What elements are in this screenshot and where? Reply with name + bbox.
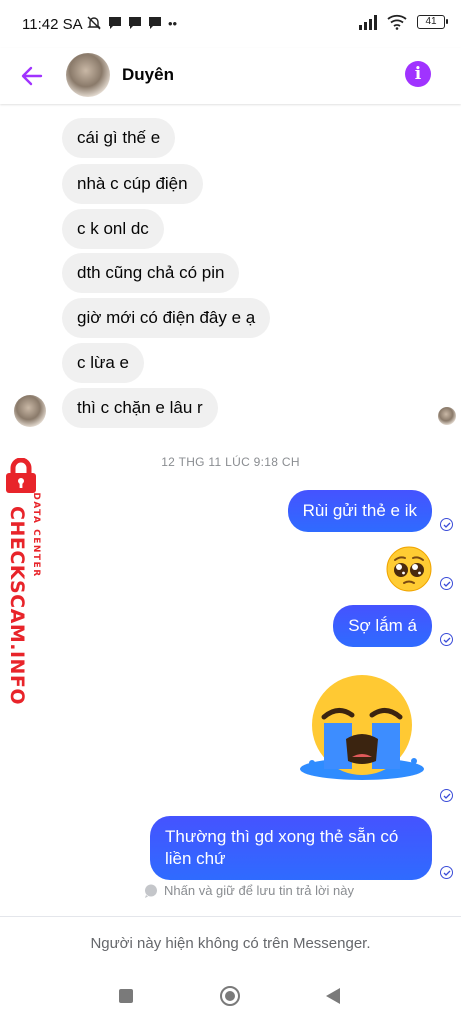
pleading-face-emoji[interactable] xyxy=(386,546,432,592)
message-outgoing[interactable]: Thường thì gd xong thẻ sẵn có liền chứ xyxy=(150,816,432,880)
back-button[interactable] xyxy=(16,60,48,92)
chat-bubble-icon xyxy=(145,884,157,898)
message-incoming[interactable]: c k onl dc xyxy=(62,209,164,249)
lock-icon xyxy=(6,458,36,493)
recents-button[interactable] xyxy=(119,989,133,1003)
conversation-header: Duyên i xyxy=(0,48,461,104)
seen-check-icon xyxy=(440,789,453,802)
seen-check-icon xyxy=(440,866,453,879)
system-nav-bar xyxy=(0,968,461,1024)
message-icon xyxy=(129,17,141,29)
arrow-left-icon xyxy=(21,66,43,86)
message-incoming[interactable]: dth cũng chả có pin xyxy=(62,253,240,293)
seen-check-icon xyxy=(440,577,453,590)
system-back-button[interactable] xyxy=(326,988,340,1004)
message-icon xyxy=(149,17,161,29)
watermark: DATA CENTER CHECKSCAM.INFO xyxy=(0,450,52,706)
status-right: 41 xyxy=(359,14,448,30)
footer-divider xyxy=(0,916,461,917)
watermark-title: CHECKSCAM.INFO xyxy=(6,506,28,706)
message-incoming[interactable]: nhà c cúp điện xyxy=(62,164,203,204)
message-icon xyxy=(109,17,121,29)
message-incoming[interactable]: cái gì thế e xyxy=(62,118,176,158)
signal-icon xyxy=(359,14,377,30)
seen-check-icon xyxy=(440,633,453,646)
message-incoming[interactable]: thì c chặn e lâu r xyxy=(62,388,218,428)
read-receipt-avatar xyxy=(438,407,456,425)
time-separator: 12 THG 11 LÚC 9:18 CH xyxy=(161,455,300,469)
message-outgoing[interactable]: Rùi gửi thẻ e ik xyxy=(287,490,432,532)
notification-icons: •• xyxy=(86,15,177,31)
status-time: 11:42 SA xyxy=(22,16,83,33)
reply-hint-text: Nhấn và giữ để lưu tin trả lời này xyxy=(164,883,354,898)
watermark-subtitle: DATA CENTER xyxy=(31,492,41,578)
mute-bell-icon xyxy=(87,16,101,30)
message-incoming[interactable]: giờ mới có điện đây e ạ xyxy=(62,298,271,338)
battery-icon: 41 xyxy=(417,15,448,29)
unavailable-notice: Người này hiện không có trên Messenger. xyxy=(90,935,371,952)
message-outgoing[interactable]: Sợ lắm á xyxy=(333,605,432,647)
contact-name[interactable]: Duyên xyxy=(122,65,174,85)
loudly-crying-face-emoji[interactable] xyxy=(298,673,426,781)
home-button[interactable] xyxy=(220,986,240,1006)
info-button[interactable]: i xyxy=(405,61,431,87)
status-bar: 11:42 SA •• 41 xyxy=(0,0,461,48)
info-icon: i xyxy=(414,64,422,84)
more-dots-icon: •• xyxy=(168,15,178,31)
contact-avatar[interactable] xyxy=(66,53,110,97)
reply-hint: Nhấn và giữ để lưu tin trả lời này xyxy=(144,883,354,898)
sender-avatar[interactable] xyxy=(14,395,46,427)
wifi-icon xyxy=(387,14,407,30)
message-incoming[interactable]: c lừa e xyxy=(62,343,145,383)
seen-check-icon xyxy=(440,518,453,531)
